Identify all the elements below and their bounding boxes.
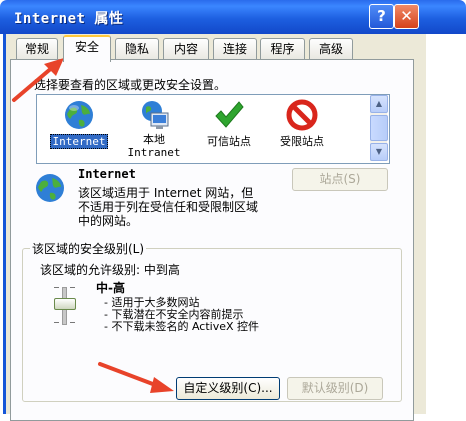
allowed-levels-text: 该区域的允许级别: 中到高 [40, 263, 180, 277]
help-button[interactable]: ? [369, 4, 394, 29]
sites-button[interactable]: 站点(S) [292, 168, 388, 191]
tab-privacy[interactable]: 隐私 [115, 38, 159, 60]
local-intranet-icon [142, 101, 169, 129]
scroll-down-icon[interactable]: ▼ [370, 143, 388, 161]
window-title: Internet 属性 [14, 11, 124, 27]
restricted-icon [286, 99, 318, 131]
zone-title: Internet [78, 167, 136, 181]
slider-tick [70, 287, 75, 288]
zone-restricted-label: 受限站点 [280, 135, 324, 148]
checkmark-icon [215, 101, 244, 128]
tab-programs[interactable]: 程序 [260, 38, 305, 60]
security-level-slider-thumb[interactable] [54, 298, 76, 310]
tab-advanced[interactable]: 高级 [309, 38, 353, 60]
slider-tick [54, 287, 59, 288]
zone-local-label-line1: 本地 [143, 133, 165, 146]
tab-content[interactable]: 内容 [163, 38, 209, 60]
zone-list[interactable]: Internet 本地 Intranet 可信站点 受限站点 [36, 94, 390, 164]
zone-local-intranet[interactable]: 本地 Intranet [114, 97, 194, 161]
close-button[interactable]: ✕ [394, 4, 419, 29]
scroll-thumb[interactable] [370, 115, 388, 141]
zone-trusted-label: 可信站点 [207, 135, 251, 148]
globe-icon [36, 174, 64, 202]
zone-internet-label: Internet [49, 134, 109, 149]
default-level-button[interactable]: 默认级别(D) [287, 377, 383, 400]
tab-security[interactable]: 安全 [63, 35, 111, 62]
security-level-bullet: - 不下载未签名的 ActiveX 控件 [104, 320, 260, 333]
scroll-up-icon[interactable]: ▲ [370, 95, 388, 113]
custom-level-button[interactable]: 自定义级别(C)... [176, 377, 280, 400]
annotation-arrow-icon [98, 362, 174, 393]
zone-restricted-sites[interactable]: 受限站点 [262, 97, 342, 161]
zone-list-scrollbar[interactable]: ▲ ▼ [370, 95, 388, 161]
zone-trusted-sites[interactable]: 可信站点 [189, 97, 269, 161]
slider-tick [70, 322, 75, 323]
security-level-group-label: 该区域的安全级别(L) [30, 240, 147, 257]
zone-description-line3: 中的网站。 [78, 214, 139, 228]
zone-local-label-line2: Intranet [127, 146, 181, 159]
tab-connections[interactable]: 连接 [213, 38, 257, 60]
slider-tick [54, 322, 59, 323]
